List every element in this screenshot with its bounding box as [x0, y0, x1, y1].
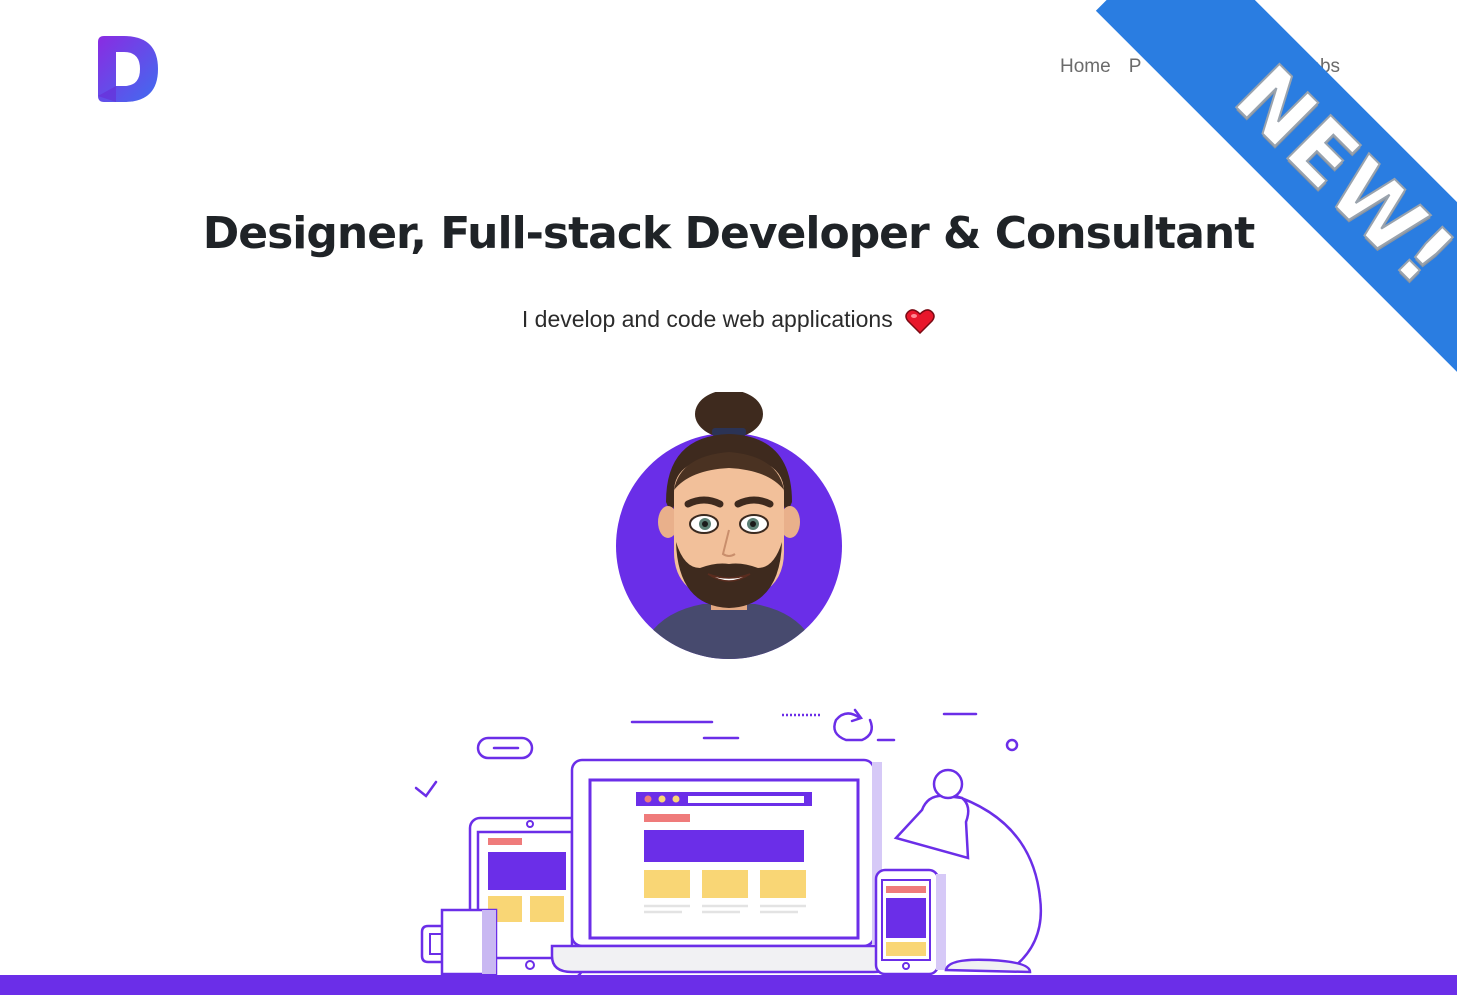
- devices-illustration: [414, 708, 1043, 980]
- footer-band: [0, 975, 1457, 995]
- new-ribbon-label: NEW!: [1216, 46, 1457, 306]
- subtitle-text: I develop and code web applications: [521, 306, 893, 332]
- avatar: [616, 392, 842, 659]
- nav-item-home[interactable]: Home: [1060, 56, 1111, 78]
- page: Home P abs NEW! Designer, Full-stack Dev…: [0, 0, 1457, 995]
- logo[interactable]: [98, 36, 158, 102]
- heart-icon: [905, 309, 935, 334]
- nav-item-p[interactable]: P: [1129, 56, 1142, 78]
- page-title: Designer, Full-stack Developer & Consult…: [202, 208, 1256, 259]
- subtitle: I develop and code web applications: [0, 306, 1457, 334]
